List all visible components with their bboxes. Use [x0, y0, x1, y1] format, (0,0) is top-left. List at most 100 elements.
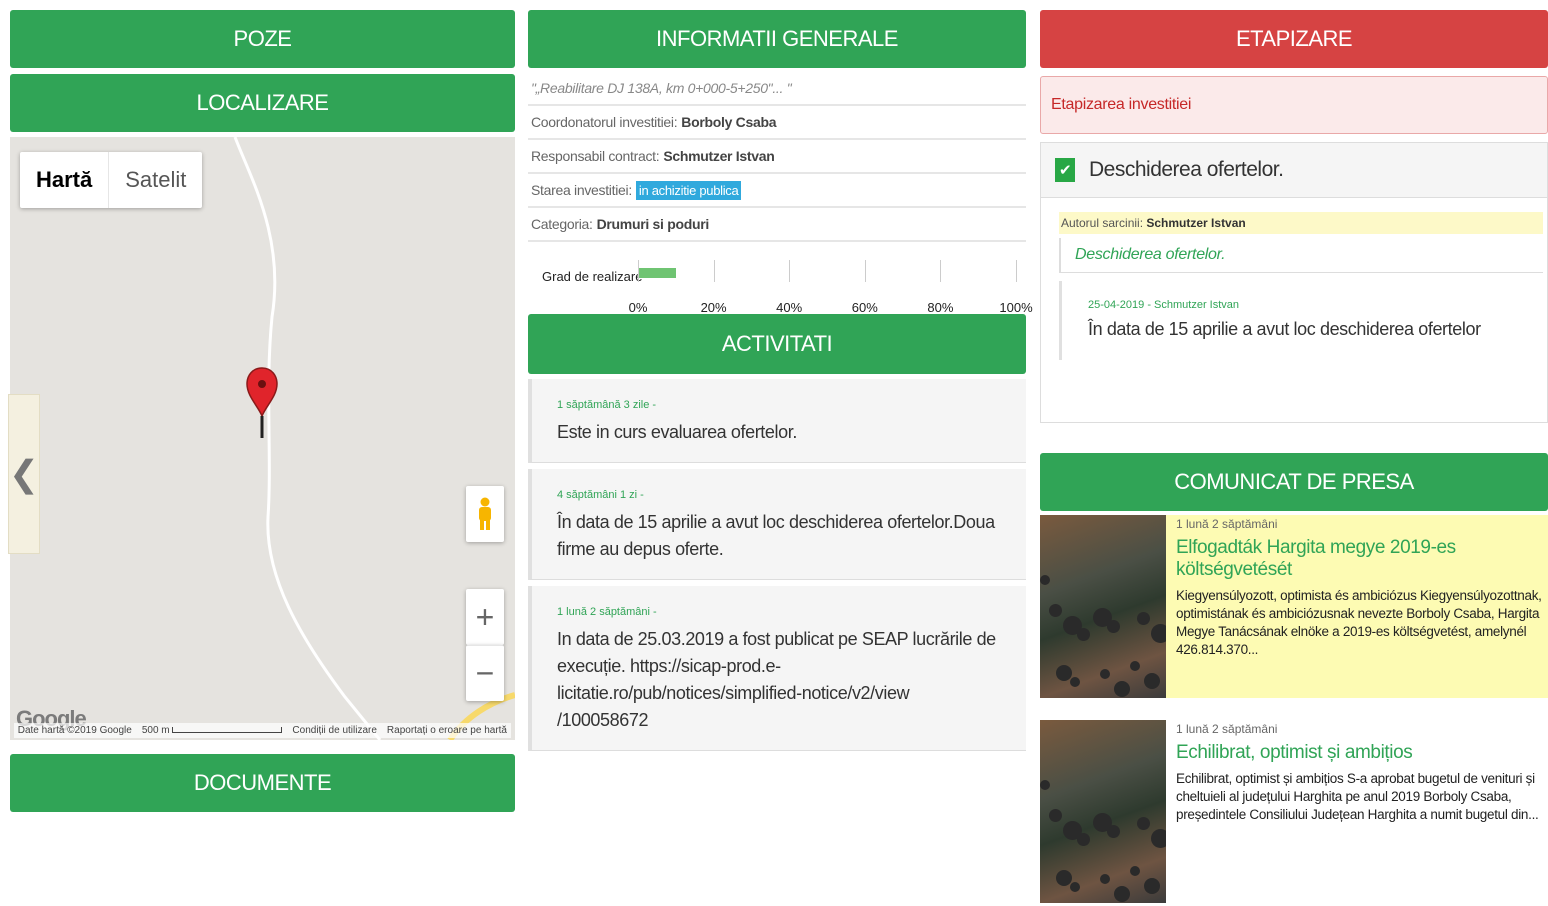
prev-arrow-icon[interactable]: ❮ — [8, 394, 40, 554]
status-row: Starea investitiei: in achizitie publica — [528, 174, 1026, 208]
activity-item: 1 lună 2 săptămâni - In data de 25.03.20… — [528, 586, 1026, 751]
etapizare-header: ETAPIZARE — [1040, 10, 1548, 68]
photo-figure — [1049, 809, 1062, 822]
activity-text: Este in curs evaluarea ofertelor. — [557, 422, 797, 442]
photo-figure — [1144, 878, 1160, 894]
progress-tick-label: 0% — [628, 300, 648, 315]
press-summary: Kiegyensúlyozott, optimista és ambiciózu… — [1176, 588, 1542, 657]
progress-tick-label: 80% — [927, 300, 954, 315]
photo-figure — [1151, 624, 1166, 643]
progress-tick — [713, 260, 715, 282]
photo-figure — [1070, 677, 1080, 687]
investment-title-row: "„Reabilitare DJ 138A, km 0+000-5+250"..… — [528, 72, 1026, 106]
press-title-link[interactable]: Elfogadták Hargita megye 2019-es költség… — [1176, 537, 1548, 581]
progress-tick-label: 100% — [999, 300, 1033, 315]
progress-chart: Grad de realizare 0% 20% 40% 60% 80% 100% — [528, 242, 1033, 322]
photo-figure — [1093, 813, 1112, 832]
activity-text: În data de 15 aprilie a avut loc deschid… — [557, 512, 995, 559]
map-terms-link[interactable]: Condiții de utilizare — [292, 725, 377, 736]
map-type-map-button[interactable]: Hartă — [20, 152, 110, 208]
activity-text: In data de 25.03.2019 a fost publicat pe… — [557, 629, 996, 730]
photo-figure — [1049, 604, 1062, 617]
task-author: Autorul sarcinii: Schmutzer Istvan — [1059, 212, 1543, 234]
progress-tick-label: 20% — [700, 300, 727, 315]
photo-figure — [1040, 575, 1050, 585]
activity-time: 4 săptămâni 1 zi - — [557, 489, 644, 501]
task-title: Deschiderea ofertelor. — [1089, 158, 1284, 181]
progress-tick — [789, 260, 791, 282]
photo-figure — [1056, 870, 1072, 886]
photo-figure — [1040, 780, 1050, 790]
zoom-in-button[interactable]: + — [466, 589, 504, 645]
poze-header[interactable]: POZE — [10, 10, 515, 68]
progress-bar — [638, 268, 676, 278]
right-column: ETAPIZARE Etapizarea investitiei ✔ Desch… — [1040, 0, 1548, 903]
photo-figure — [1130, 661, 1140, 671]
task-header[interactable]: ✔ Deschiderea ofertelor. — [1040, 142, 1548, 198]
press-item[interactable]: 1 lună 2 săptămâni Elfogadták Hargita me… — [1040, 515, 1548, 698]
category-row: Categoria: Drumuri si poduri — [528, 208, 1026, 242]
press-time: 1 lună 2 săptămâni — [1176, 722, 1278, 736]
photo-figure — [1144, 673, 1160, 689]
activity-time: 1 săptămână 3 zile - — [557, 399, 657, 411]
activitati-header: ACTIVITATI — [528, 314, 1026, 374]
photo-figure — [1063, 616, 1082, 635]
etapizare-alert: Etapizarea investitiei — [1040, 76, 1548, 134]
informatii-generale-header: INFORMATII GENERALE — [528, 10, 1026, 68]
press-photo — [1040, 720, 1166, 903]
task-update-text: În data de 15 aprilie a avut loc deschid… — [1088, 319, 1481, 339]
coordinator-value: Borboly Csaba — [681, 114, 777, 130]
map-report-link[interactable]: Raportați o eroare pe hartă — [387, 725, 507, 736]
localizare-header[interactable]: LOCALIZARE — [10, 74, 515, 132]
zoom-out-button[interactable]: − — [466, 645, 504, 701]
activity-item: 1 săptămână 3 zile - Este in curs evalua… — [528, 379, 1026, 463]
map-attribution: Date hartă ©2019 Google 500 m Condiții d… — [13, 723, 511, 738]
documente-header[interactable]: DOCUMENTE — [10, 754, 515, 812]
photo-figure — [1114, 886, 1130, 902]
photo-figure — [1100, 669, 1110, 679]
photo-figure — [1137, 612, 1150, 625]
activity-item: 4 săptămâni 1 zi - În data de 15 aprilie… — [528, 469, 1026, 580]
activities-list: 1 săptămână 3 zile - Este in curs evalua… — [528, 379, 1026, 751]
category-value: Drumuri si poduri — [596, 216, 710, 232]
photo-figure — [1130, 866, 1140, 876]
photo-figure — [1114, 681, 1130, 697]
press-photo — [1040, 515, 1166, 698]
map-view[interactable]: Hartă Satelit + − Google Date hartă ©201… — [10, 137, 515, 740]
map-type-control: Hartă Satelit — [20, 152, 203, 208]
photo-figure — [1063, 821, 1082, 840]
map-scale[interactable]: 500 m — [142, 725, 283, 736]
press-title-link[interactable]: Echilibrat, optimist și ambițios — [1176, 742, 1548, 764]
street-view-pegman-icon[interactable] — [466, 486, 504, 542]
map-type-satellite-button[interactable]: Satelit — [109, 152, 202, 208]
task-description: Deschiderea ofertelor. — [1059, 238, 1543, 273]
checkbox-checked-icon[interactable]: ✔ — [1055, 158, 1075, 182]
progress-tick — [1016, 260, 1017, 282]
photo-figure — [1151, 829, 1166, 848]
progress-tick-label: 40% — [776, 300, 803, 315]
task-update-meta: 25-04-2019 - Schmutzer Istvan — [1088, 299, 1240, 311]
responsible-value: Schmutzer Istvan — [663, 148, 775, 164]
progress-tick-label: 60% — [851, 300, 878, 315]
progress-track: 0% 20% 40% 60% 80% 100% — [628, 260, 1033, 315]
photo-figure — [1056, 665, 1072, 681]
map-data-attribution: Date hartă ©2019 Google — [17, 725, 132, 736]
press-item[interactable]: 1 lună 2 săptămâni Echilibrat, optimist … — [1040, 720, 1548, 903]
status-badge: in achizitie publica — [635, 180, 742, 200]
progress-tick — [864, 260, 866, 282]
middle-column: INFORMATII GENERALE "„Reabilitare DJ 138… — [528, 0, 1033, 757]
photo-figure — [1100, 874, 1110, 884]
responsible-row: Responsabil contract: Schmutzer Istvan — [528, 140, 1026, 174]
press-summary: Echilibrat, optimist și ambițios S-a apr… — [1176, 771, 1539, 822]
photo-figure — [1070, 882, 1080, 892]
progress-tick — [638, 260, 639, 282]
map-marker-icon[interactable] — [246, 366, 278, 440]
task-body: Autorul sarcinii: Schmutzer Istvan Desch… — [1040, 198, 1548, 423]
progress-tick — [940, 260, 942, 282]
comunicat-de-presa-header: COMUNICAT DE PRESA — [1040, 453, 1548, 511]
task-update: 25-04-2019 - Schmutzer Istvan În data de… — [1059, 281, 1543, 360]
photo-figure — [1093, 608, 1112, 627]
activity-time: 1 lună 2 săptămâni - — [557, 606, 657, 618]
photo-figure — [1137, 817, 1150, 830]
press-time: 1 lună 2 săptămâni — [1176, 517, 1278, 531]
